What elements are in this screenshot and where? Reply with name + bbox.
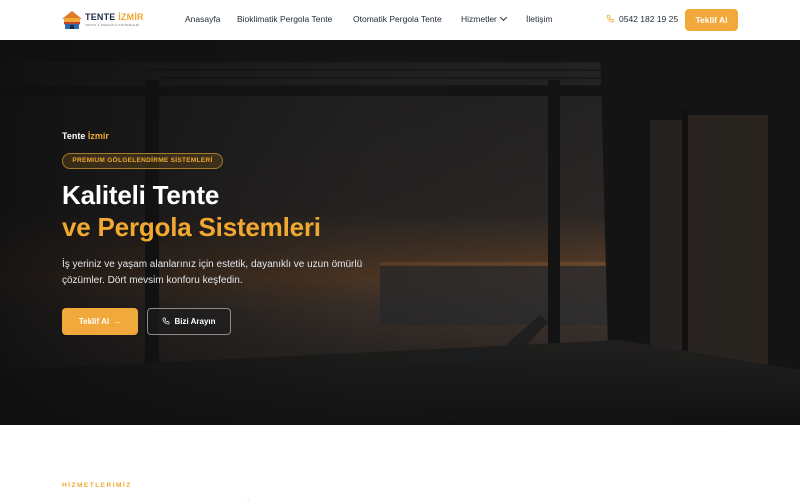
- arrow-right-icon: →: [113, 317, 122, 326]
- hero-brand: Tente İzmir: [62, 131, 109, 141]
- chevron-down-icon: [499, 13, 507, 22]
- hero-title-line2: ve Pergola Sistemleri: [62, 212, 321, 242]
- nav-item-bioklimatik-pergola[interactable]: Bioklimatik Pergola Tente: [237, 14, 332, 24]
- hero-description: İş yeriniz ve yaşam alanlarınız için est…: [62, 259, 363, 286]
- hero-badge-text: PREMIUM GÖLGELENDİRME SİSTEMLERİ: [72, 157, 213, 164]
- house-awning-logo-icon: [62, 11, 82, 29]
- hero-quote-button-label: Teklif Al: [78, 317, 110, 326]
- hero-quote-button[interactable]: Teklif Al →: [62, 308, 138, 335]
- hero-title-line1: Kaliteli Tente: [62, 180, 220, 210]
- nav-item-hizmetler-label: Hizmetler: [461, 14, 497, 24]
- services-eyebrow: HİZMETLERİMİZ: [62, 482, 132, 489]
- nav-item-anasayfa[interactable]: Anasayfa: [185, 14, 220, 24]
- hero-section: Tente İzmir PREMIUM GÖLGELENDİRME SİSTEM…: [0, 40, 800, 425]
- services-section: HİZMETLERİMİZ ··: [0, 425, 800, 504]
- nav-item-iletisim[interactable]: İletişim: [526, 14, 552, 24]
- decorative-dots: ··: [246, 498, 250, 504]
- logo-wordmark: TENTE İZMİR: [85, 12, 144, 22]
- phone-icon: [163, 317, 170, 325]
- site-header: TENTE İZMİR TENTE & PERGOLA SİSTEMLERİ A…: [0, 0, 800, 41]
- logo-tagline: TENTE & PERGOLA SİSTEMLERİ: [85, 23, 140, 27]
- hero-call-button-label: Bizi Arayın: [174, 317, 216, 326]
- nav-item-hizmetler[interactable]: Hizmetler: [461, 13, 507, 24]
- hero-call-button[interactable]: Bizi Arayın: [147, 308, 231, 335]
- nav-item-otomatik-pergola[interactable]: Otomatik Pergola Tente: [353, 14, 442, 24]
- site-logo[interactable]: TENTE İZMİR TENTE & PERGOLA SİSTEMLERİ: [61, 8, 144, 32]
- header-quote-button[interactable]: Teklif Al: [685, 9, 738, 31]
- phone-number: 0542 182 19 25: [619, 14, 679, 24]
- phone-icon: [606, 14, 615, 23]
- hero-badge: PREMIUM GÖLGELENDİRME SİSTEMLERİ: [62, 153, 223, 169]
